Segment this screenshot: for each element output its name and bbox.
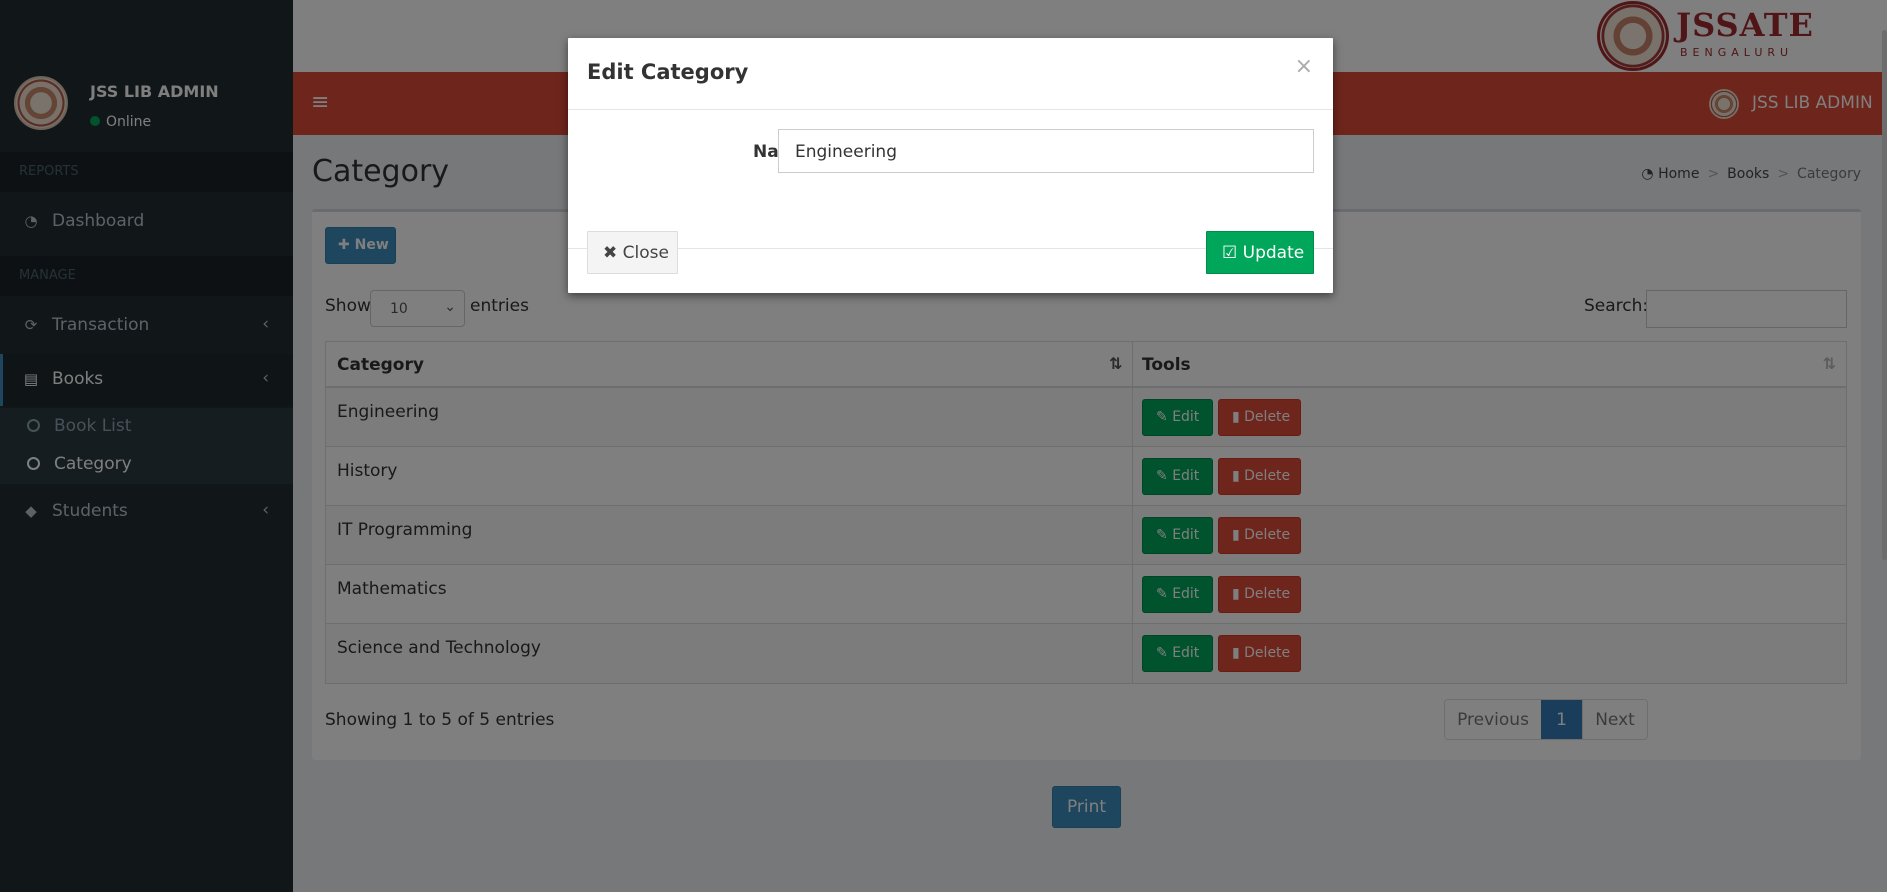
modal-title: Edit Category bbox=[587, 60, 749, 84]
close-button[interactable]: ✖ Close bbox=[587, 231, 678, 274]
update-button-label: Update bbox=[1242, 243, 1305, 263]
modal-header: Edit Category × bbox=[568, 38, 1333, 110]
scrollbar-thumb[interactable] bbox=[1882, 30, 1887, 560]
times-icon: ✖ bbox=[603, 243, 623, 263]
edit-category-modal: Edit Category × Name Engineering ✖ Close… bbox=[568, 38, 1333, 293]
close-button-label: Close bbox=[622, 243, 669, 263]
update-button[interactable]: ☑ Update bbox=[1206, 231, 1314, 274]
check-square-icon: ☑ bbox=[1222, 243, 1243, 263]
close-icon[interactable]: × bbox=[1295, 54, 1313, 79]
category-name-input[interactable]: Engineering bbox=[778, 129, 1314, 173]
